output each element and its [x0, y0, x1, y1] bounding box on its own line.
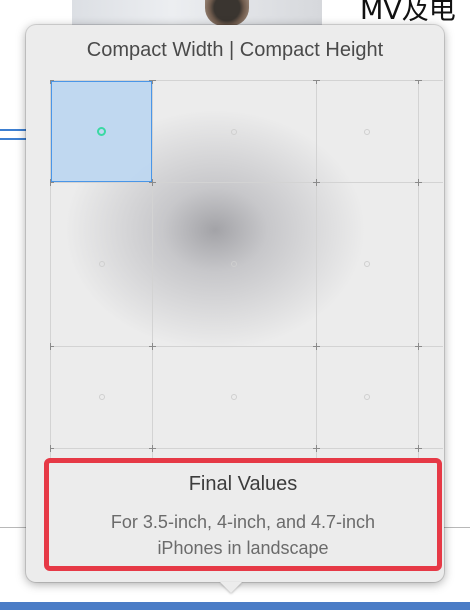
grid-cell-compact-width-compact-height[interactable]	[51, 81, 152, 182]
grid-cell-any-width-regular-height[interactable]	[152, 346, 316, 448]
final-values-description-line: iPhones in landscape	[157, 538, 329, 558]
popover-title: Compact Width | Compact Height	[86, 39, 384, 61]
plus-marker-icon	[313, 80, 320, 84]
plus-marker-icon	[50, 343, 54, 350]
cell-dot	[231, 261, 237, 267]
size-class-grid	[50, 80, 443, 474]
grid-line	[418, 80, 419, 474]
final-values-title: Final Values	[188, 473, 298, 495]
cell-dot	[231, 128, 237, 135]
cell-dot	[97, 127, 106, 136]
final-values-panel: Final Values For 3.5-inch, 4-inch, and 4…	[44, 458, 442, 571]
popover-arrow	[220, 582, 242, 593]
plus-marker-icon	[149, 179, 156, 186]
background-text-line: MV及电	[360, 0, 456, 26]
plus-marker-icon	[415, 445, 422, 452]
plus-marker-icon	[149, 343, 156, 350]
plus-marker-icon	[50, 445, 54, 452]
size-class-popover: Compact Width | Compact Height Final Val…	[26, 25, 444, 582]
final-values-description: For 3.5-inch, 4-inch, and 4.7-inch iPhon…	[49, 509, 437, 561]
cell-dot	[364, 261, 370, 267]
grid-cell-compact-width-regular-height[interactable]	[51, 346, 152, 448]
grid-cell-compact-width-any-height[interactable]	[51, 182, 152, 346]
cell-dot	[364, 128, 370, 135]
grid-cell-any-width-any-height[interactable]	[152, 182, 316, 346]
plus-marker-icon	[50, 179, 54, 186]
plus-marker-icon	[415, 179, 422, 186]
cell-dot	[364, 394, 370, 400]
cell-dot	[231, 394, 237, 400]
background-bottom-bar[interactable]	[0, 602, 470, 610]
plus-marker-icon	[415, 343, 422, 350]
plus-marker-icon	[313, 179, 320, 186]
grid-cell-regular-width-compact-height[interactable]	[316, 81, 418, 182]
final-values-description-line: For 3.5-inch, 4-inch, and 4.7-inch	[110, 512, 376, 532]
grid-cell-any-width-compact-height[interactable]	[152, 81, 316, 182]
background-divider	[0, 527, 28, 528]
plus-marker-icon	[313, 445, 320, 452]
plus-marker-icon	[50, 80, 54, 84]
plus-marker-icon	[149, 445, 156, 452]
grid-cell-regular-width-any-height[interactable]	[316, 182, 418, 346]
plus-marker-icon	[415, 80, 422, 84]
cell-dot	[98, 394, 105, 400]
plus-marker-icon	[313, 343, 320, 350]
grid-line	[50, 448, 443, 449]
background-divider	[444, 527, 470, 528]
plus-marker-icon	[149, 80, 156, 84]
cell-dot	[98, 261, 105, 267]
grid-cell-regular-width-regular-height[interactable]	[316, 346, 418, 448]
